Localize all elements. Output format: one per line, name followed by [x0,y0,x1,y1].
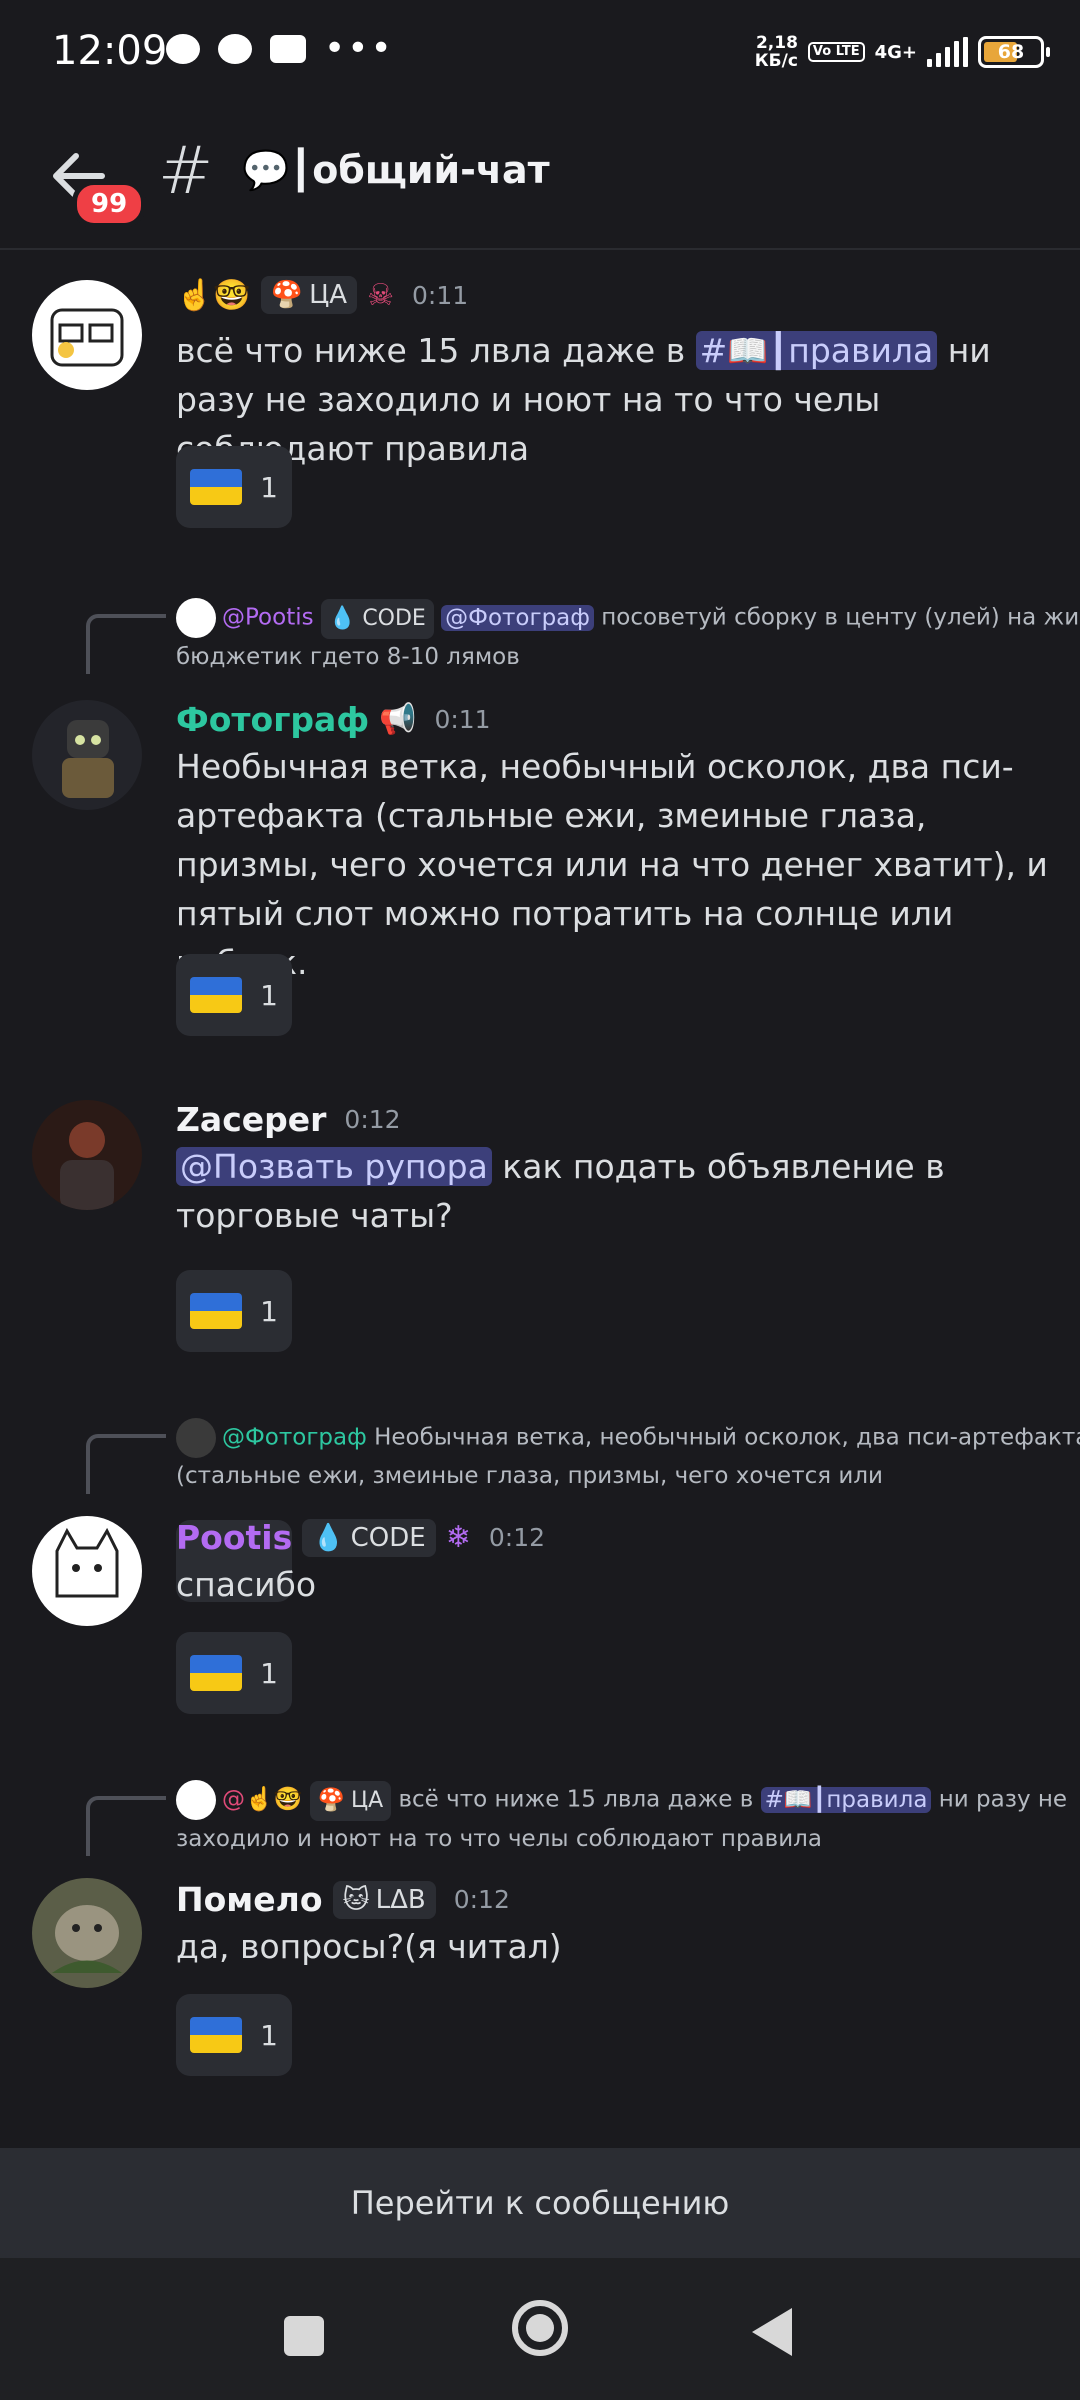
message-meta: Zaceper 0:12 [176,1100,401,1139]
message-text: Необычная ветка, необычный осколок, два … [176,747,1048,982]
avatar[interactable] [32,1100,142,1210]
network-speed: 2,18 КБ/с [754,33,798,71]
clock: 12:09 [52,28,168,74]
reaction-ukraine-flag[interactable]: 1 [176,1994,292,2076]
ukraine-flag-icon [190,2017,243,2053]
snowflake-icon: ❄ [445,1520,471,1555]
reaction-ukraine-flag[interactable]: 1 [176,1632,292,1714]
status-bar: 12:09 ••• 2,18 КБ/с Vo LTE 4G+ 68 [0,0,1080,110]
reply-preview[interactable]: @Фотограф Необычная ветка, необычный оск… [86,1418,1080,1494]
reply-connector [86,1434,166,1494]
reply-preview[interactable]: @Pootis 💧 CODE @Фотограф посоветуй сборку… [86,598,1080,674]
username[interactable]: Фотограф [176,700,369,739]
network-type: 4G+ [874,41,917,63]
avatar[interactable] [32,1878,142,1988]
message-text: всё что ниже 15 лвла даже в #📖┃правила н… [176,331,991,468]
ukraine-flag-icon [190,1655,243,1691]
avatar[interactable] [32,280,142,390]
chat-bubble-icon [166,34,200,64]
system-icons: 2,18 КБ/с Vo LTE 4G+ 68 [754,33,1050,71]
message-meta: Фотограф 📢 0:11 [176,700,491,739]
avatar[interactable] [32,700,142,810]
role-tag: 🍄 ЦА [309,1780,392,1821]
reply-connector [86,614,166,674]
hash-icon: # [158,132,214,209]
role-mention[interactable]: @Позвать рупора [176,1147,492,1186]
username[interactable]: Помело [176,1880,323,1919]
reply-preview[interactable]: @☝️🤓 🍄 ЦА всё что ниже 15 лвла даже в #📖┃… [86,1780,1076,1856]
reaction-ukraine-flag[interactable]: 1 [176,954,292,1036]
home-button[interactable] [512,2300,568,2356]
reaction-ukraine-flag[interactable]: 1 [176,1270,292,1352]
timestamp: 0:11 [434,705,491,734]
message-text: да, вопросы?(я читал) [176,1927,562,1966]
timestamp: 0:11 [411,280,469,310]
avatar[interactable] [32,1516,142,1626]
ukraine-flag-icon [190,977,243,1013]
channel-title[interactable]: 💬┃общий-чат [242,148,550,193]
volte-icon: Vo LTE [807,42,865,62]
reply-avatar [176,598,216,638]
message-meta: ☝️🤓 🍄 ЦА ☠ 0:11 [176,276,469,314]
notification-icons: ••• [166,28,394,69]
message-feed[interactable]: ☝️🤓 🍄 ЦА ☠ 0:11 всё что ниже 15 лвла даже… [0,250,1080,2150]
role-tag[interactable]: 🐱 LΔB [332,1880,436,1919]
jump-to-message-button[interactable]: Перейти к сообщению [0,2148,1080,2258]
timestamp: 0:12 [344,1105,401,1134]
reply-avatar [176,1418,216,1458]
role-tag[interactable]: 💧 CODE [302,1518,436,1557]
reply-connector [86,1796,166,1856]
ukraine-flag-icon [190,469,243,505]
signal-icon [927,37,968,67]
channel-mention[interactable]: #📖┃правила [695,331,938,370]
system-navigation-bar [0,2258,1080,2400]
username[interactable]: Zaceper [176,1100,326,1139]
message-text: @Позвать рупора как подать объявление в … [176,1147,945,1235]
youtube-icon [270,35,306,63]
unread-badge: 99 [72,180,147,228]
role-tag: 💧 CODE [320,598,434,639]
chat-bubbles-icon [218,34,252,64]
reaction-ukraine-flag[interactable]: 1 [176,446,292,528]
timestamp: 0:12 [453,1885,510,1914]
battery-icon: 68 [978,36,1050,68]
message-text: спасибо [176,1565,317,1604]
back-nav-button[interactable] [752,2308,792,2356]
more-notifications-icon: ••• [324,28,394,69]
role-tag[interactable]: 🍄 ЦА [260,276,358,314]
reply-avatar [176,1780,216,1820]
username[interactable]: Pootis [176,1518,292,1557]
message-meta: Pootis 💧 CODE ❄ 0:12 [176,1518,545,1557]
timestamp: 0:12 [488,1523,545,1552]
channel-header: 99 # 💬┃общий-чат [0,110,1080,250]
recents-button[interactable] [284,2316,324,2356]
message-meta: Помело 🐱 LΔB 0:12 [176,1880,510,1919]
ukraine-flag-icon [190,1293,243,1329]
